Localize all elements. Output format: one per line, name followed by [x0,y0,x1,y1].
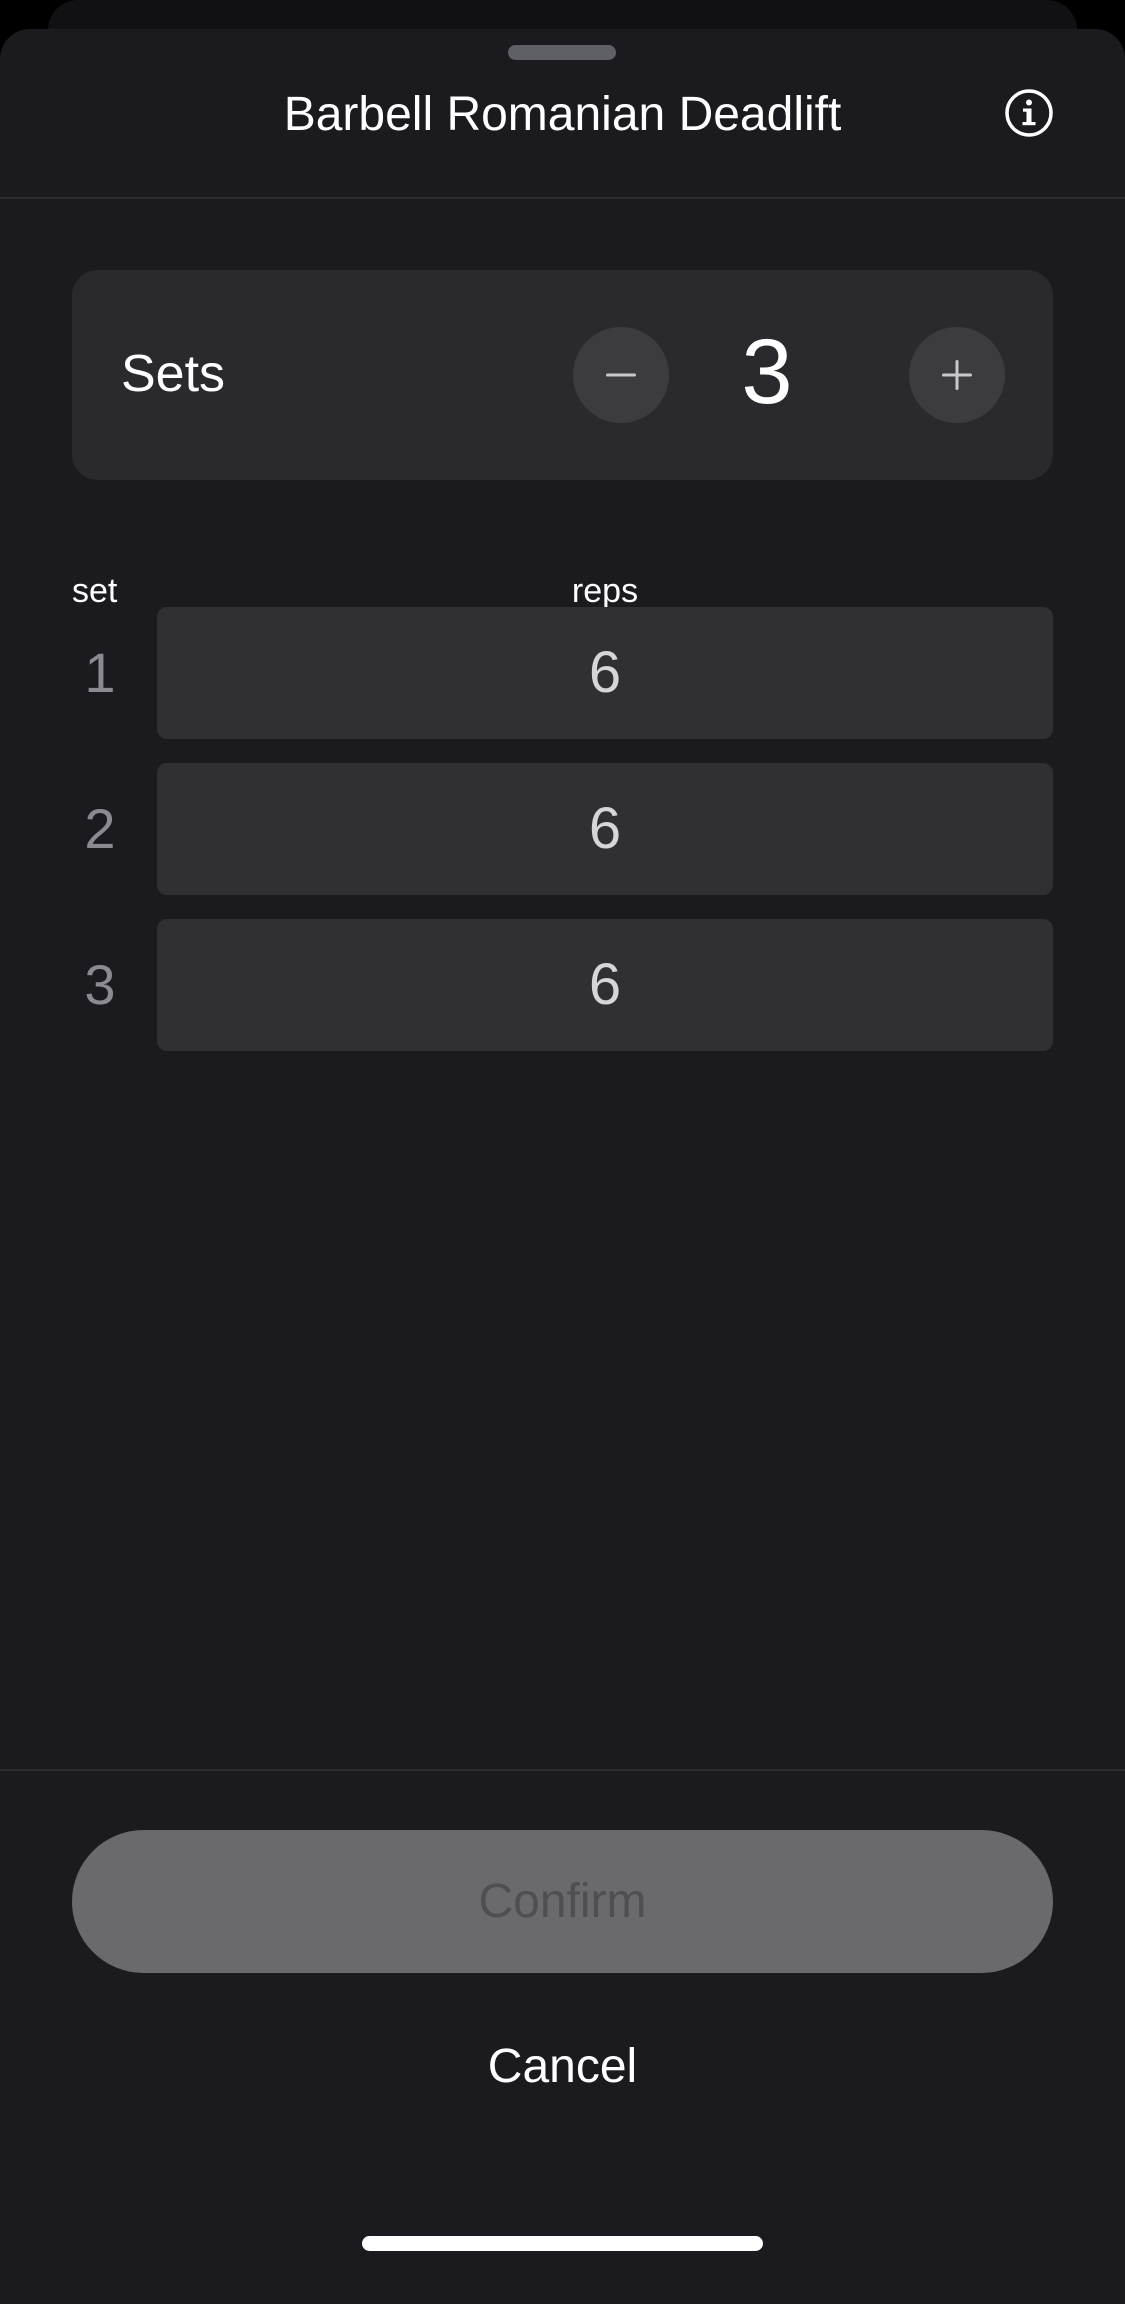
reps-input[interactable]: 6 [157,607,1053,739]
home-indicator[interactable] [362,2236,763,2251]
set-number: 1 [84,641,116,704]
increment-sets-button[interactable] [909,327,1005,423]
sets-count: 3 [741,321,793,423]
exercise-title: Barbell Romanian Deadlift [283,88,842,141]
sets-card: Sets 3 [72,270,1053,480]
reps-input[interactable]: 6 [157,919,1053,1051]
set-row: 2 6 [0,763,1125,895]
footer-divider [0,1769,1125,1771]
minus-icon [606,373,636,377]
set-row: 1 6 [0,607,1125,739]
confirm-button[interactable]: Confirm [72,1830,1053,1973]
set-row: 3 6 [0,919,1125,1051]
decrement-sets-button[interactable] [573,327,669,423]
sets-label: Sets [121,345,226,403]
sheet-grabber[interactable] [508,45,616,60]
plus-icon [942,360,972,390]
set-number: 2 [84,797,116,860]
header-divider [0,197,1125,199]
exercise-sheet: Barbell Romanian Deadlift Sets 3 set rep… [0,29,1125,2304]
screen: Barbell Romanian Deadlift Sets 3 set rep… [0,0,1125,2304]
reps-input[interactable]: 6 [157,763,1053,895]
cancel-button[interactable]: Cancel [0,2037,1125,2097]
set-number: 3 [84,953,116,1016]
info-circle-icon[interactable] [1003,87,1055,139]
